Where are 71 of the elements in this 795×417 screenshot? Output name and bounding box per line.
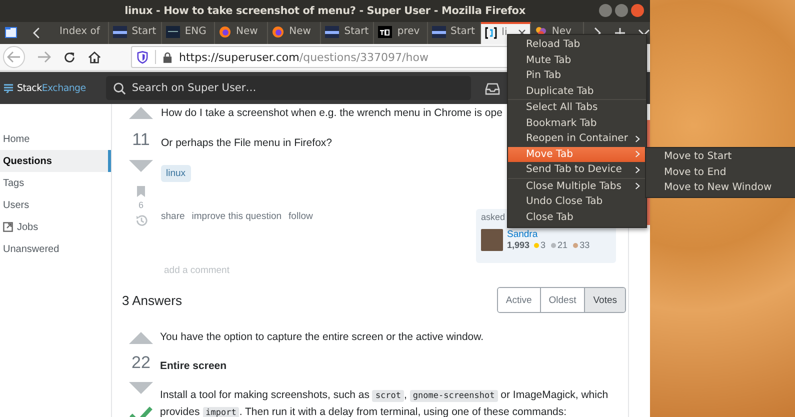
badge-count: 33 [580,240,590,250]
page-icon [112,26,127,38]
badge-count: 3 [540,240,546,250]
downvote-arrow-icon[interactable] [129,160,153,172]
chevron-left-icon[interactable] [32,27,42,39]
external-link-icon [3,222,13,232]
menu-item[interactable]: Mute Tab [508,52,646,68]
menu-item[interactable]: Close Tab [508,210,646,225]
reputation-score: 1,993 [507,240,530,250]
post-menu-link[interactable]: improve this question [192,211,282,263]
home-icon[interactable] [88,50,101,64]
vote-count: 11 [132,130,150,150]
menu-item[interactable]: Bookmark Tab [508,116,646,131]
answers-heading: 3 Answers [122,292,182,308]
minimize-button[interactable] [599,4,612,17]
inbox-icon[interactable] [484,82,500,94]
reload-icon[interactable] [63,50,76,64]
user-name-link[interactable]: Sandra [507,229,593,240]
menu-item[interactable]: Undo Close Tab [508,194,646,210]
lock-icon [163,52,172,62]
tag-link[interactable]: linux [161,165,191,182]
upvote-arrow-icon[interactable] [129,107,153,119]
page-icon [325,26,340,38]
answer-paragraph: You have the option to capture the entire screen or the active window. [160,330,485,345]
menu-item[interactable]: Pin Tab [508,68,646,84]
menu-item[interactable]: Send Tab to Device [508,162,646,178]
question-text: Or perhaps the File menu in Firefox? [161,136,332,151]
page-icon [432,26,446,38]
badge-count: 21 [558,240,568,250]
bracket-icon [484,26,497,38]
window-title: linux - How to take screenshot of menu? - Super User - Mozilla Firefox [124,5,526,17]
url-text: https://superuser.com/questions/337097/how [179,50,428,64]
chevron-down-icon[interactable] [638,29,650,37]
folder-icon [4,26,17,38]
answer-paragraph: Install a tool for making screenshots, such as scrot , gnome-screenshot or ImageMagick, which provides import . Then run it with a delay from terminal, using one of these commands: [160,388,610,417]
post-menu-link[interactable]: follow [288,211,313,263]
sort-button[interactable]: Votes [584,288,625,312]
menu-item[interactable]: Move to End [646,164,795,180]
sidebar-item[interactable]: Home [0,128,111,150]
search-field[interactable]: Search on Super User… [106,76,471,100]
menu-item[interactable]: Move to Start [646,149,795,164]
page-icon [166,26,180,38]
post-menu-link[interactable]: share [161,211,185,263]
firefox-icon [272,26,284,38]
menu-item[interactable]: Reopen in Container [508,131,646,146]
sidebar-item[interactable]: Jobs [0,216,111,238]
forward-arrow-icon[interactable] [37,51,51,63]
sidebar-item[interactable]: Questions [0,150,111,172]
shield-icon [137,50,148,64]
sidebar-item[interactable]: Tags [0,172,111,194]
firefox-icon [218,26,231,38]
history-icon[interactable] [134,214,148,227]
downvote-arrow-icon[interactable] [129,382,153,394]
menu-item[interactable]: Duplicate Tab [508,84,646,99]
menu-item[interactable]: Close Multiple Tabs [508,178,646,194]
answer-subheading: Entire screen [160,359,228,374]
vote-count: 22 [132,353,150,373]
td-logo-icon [378,26,392,38]
question-text: How do I take a screenshot when e.g. the wrench menu in Chrome is ope [161,106,502,121]
sidebar-item[interactable]: Users [0,194,111,216]
site-logo[interactable]: StackExchange [4,82,86,94]
asked-label: asked [481,212,506,222]
sidebar-item[interactable]: Unanswered [0,238,111,260]
close-button[interactable] [631,4,644,17]
bookmark-count: 6 [138,200,144,210]
menu-item[interactable]: Select All Tabs [508,100,646,116]
upvote-arrow-icon[interactable] [129,332,153,344]
maximize-button[interactable] [615,4,628,17]
bookmark-icon[interactable] [137,186,145,197]
back-arrow-icon [7,51,21,63]
menu-item[interactable]: Move to New Window [646,180,795,196]
